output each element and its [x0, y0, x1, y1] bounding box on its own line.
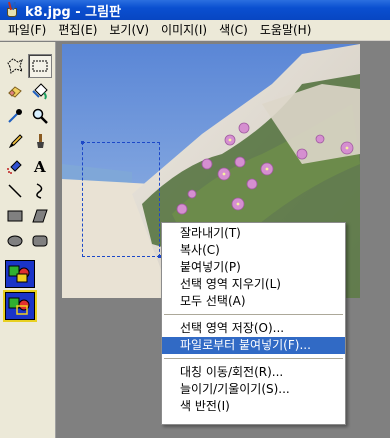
context-menu: 잘라내기(T) 복사(C) 붙여넣기(P) 선택 영역 지우기(L) 모두 선택… — [161, 222, 346, 425]
menu-item-select-all[interactable]: 모두 선택(A) — [162, 293, 345, 310]
menu-image[interactable]: 이미지(I) — [155, 20, 213, 40]
magnifier-icon[interactable] — [28, 104, 52, 128]
menu-bar: 파일(F) 편집(E) 보기(V) 이미지(I) 색(C) 도움말(H) — [0, 20, 390, 41]
color-picker-icon[interactable] — [3, 104, 27, 128]
polygon-icon[interactable] — [28, 204, 52, 228]
menu-view[interactable]: 보기(V) — [103, 20, 155, 40]
title-bar[interactable]: k8.jpg - 그림판 — [0, 0, 390, 20]
rect-select-icon[interactable] — [28, 54, 52, 78]
menu-colors[interactable]: 색(C) — [213, 20, 254, 40]
fill-icon[interactable] — [28, 79, 52, 103]
menu-item-paste[interactable]: 붙여넣기(P) — [162, 259, 345, 276]
paint-icon[interactable] — [4, 1, 20, 18]
window-title: k8.jpg - 그림판 — [25, 4, 122, 20]
menu-separator — [164, 314, 343, 315]
menu-item-stretch-skew[interactable]: 늘이기/기울이기(S)... — [162, 381, 345, 398]
toolbox: A — [0, 42, 56, 438]
airbrush-icon[interactable] — [3, 154, 27, 178]
menu-item-copy[interactable]: 복사(C) — [162, 242, 345, 259]
menu-item-invert-colors[interactable]: 색 반전(I) — [162, 398, 345, 415]
pencil-icon[interactable] — [3, 129, 27, 153]
transparency-transparent-option[interactable] — [3, 290, 37, 322]
curve-icon[interactable] — [28, 179, 52, 203]
menu-item-flip-rotate[interactable]: 대칭 이동/회전(R)... — [162, 364, 345, 381]
ellipse-icon[interactable] — [3, 229, 27, 253]
line-icon[interactable] — [3, 179, 27, 203]
selection-rectangle[interactable] — [81, 141, 161, 258]
menu-separator — [164, 358, 343, 359]
eraser-icon[interactable] — [3, 79, 27, 103]
menu-item-paste-from[interactable]: 파일로부터 붙여넣기(F)... — [162, 337, 345, 354]
menu-edit[interactable]: 편집(E) — [52, 20, 103, 40]
menu-help[interactable]: 도움말(H) — [254, 20, 318, 40]
rounded-rect-icon[interactable] — [28, 229, 52, 253]
brush-icon[interactable] — [28, 129, 52, 153]
rectangle-icon[interactable] — [3, 204, 27, 228]
menu-item-clear-selection[interactable]: 선택 영역 지우기(L) — [162, 276, 345, 293]
free-form-select-icon[interactable] — [3, 54, 27, 78]
menu-item-cut[interactable]: 잘라내기(T) — [162, 225, 345, 242]
text-icon[interactable]: A — [28, 154, 52, 178]
menu-item-copy-to[interactable]: 선택 영역 저장(O)... — [162, 320, 345, 337]
transparency-opaque-option[interactable] — [5, 260, 35, 288]
svg-text:A: A — [33, 158, 46, 175]
menu-file[interactable]: 파일(F) — [2, 20, 52, 40]
